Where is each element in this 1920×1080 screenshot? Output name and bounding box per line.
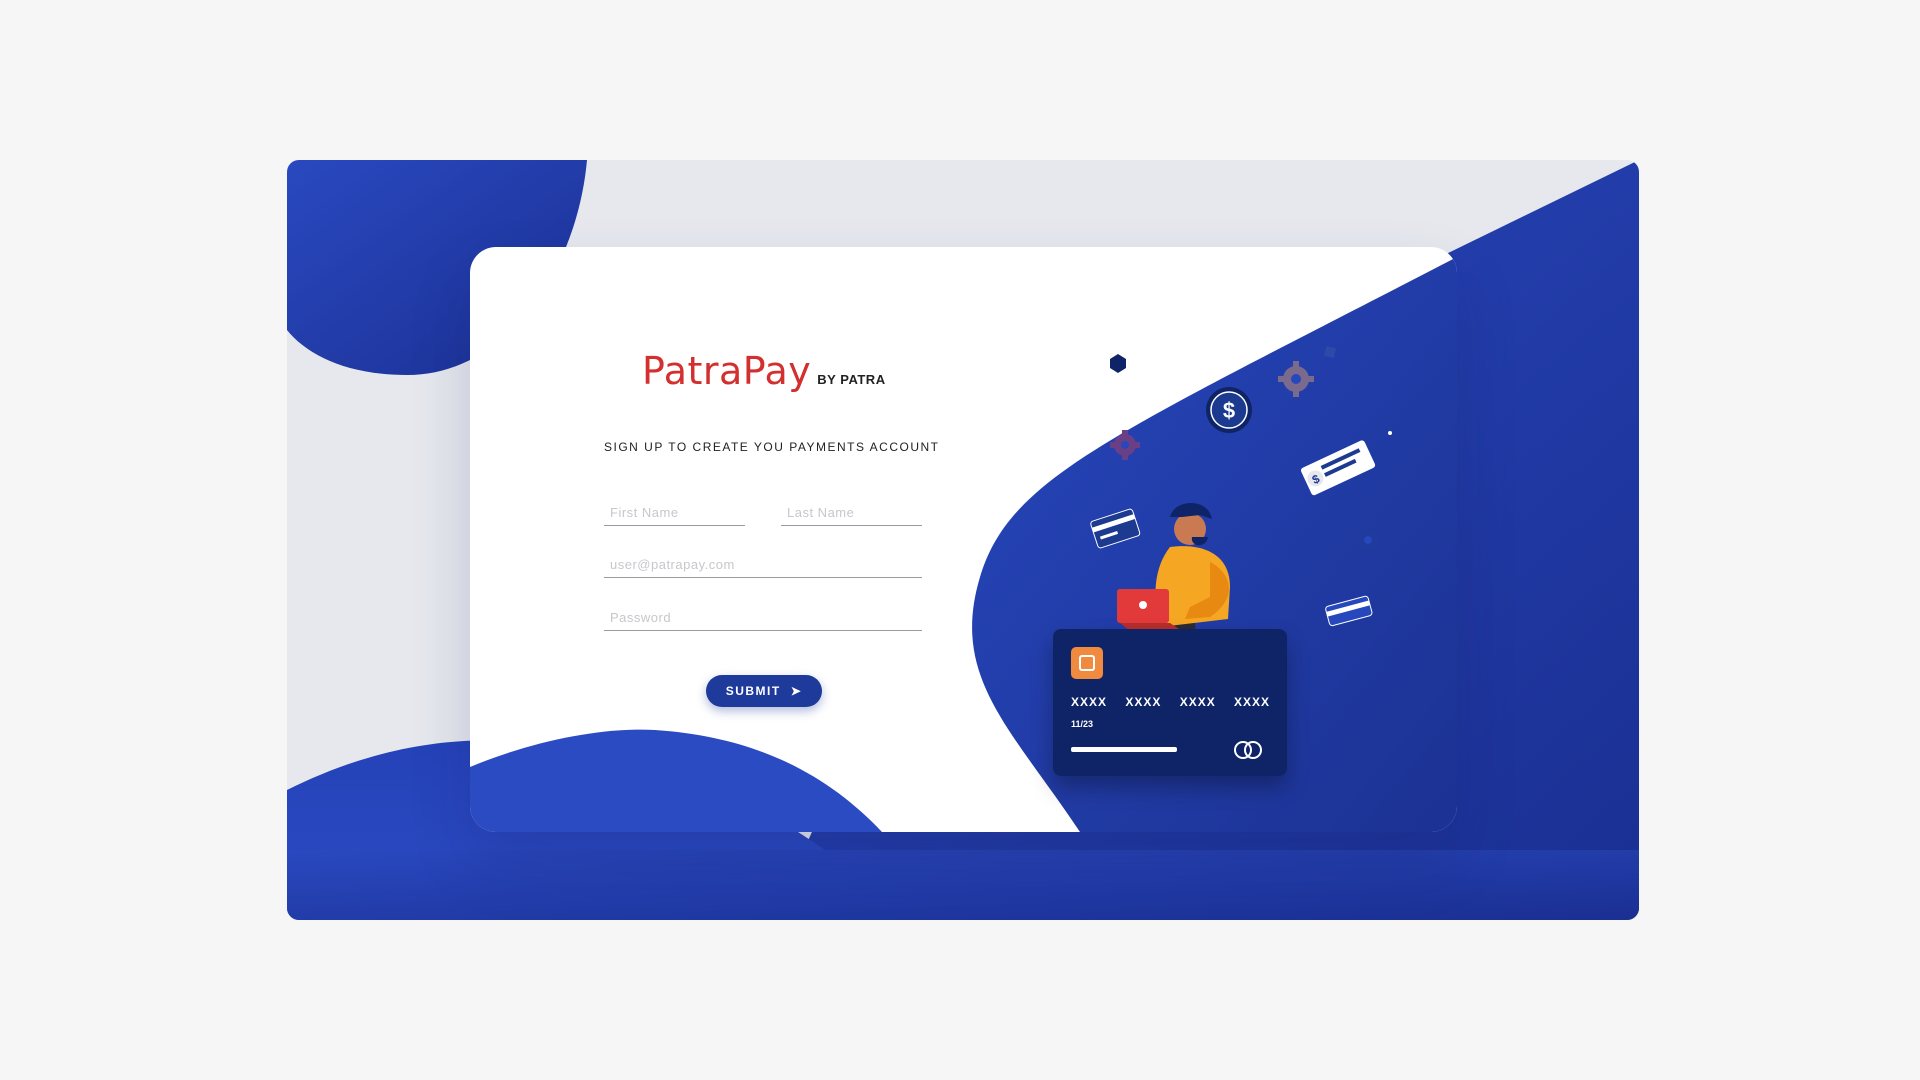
- card-expiry: 11/23: [1071, 719, 1094, 729]
- chip-icon: [1071, 647, 1103, 679]
- svg-text:$: $: [1223, 398, 1235, 423]
- gear-icon: [1110, 430, 1140, 460]
- small-square-icon: [1323, 345, 1337, 359]
- card-signature-line: [1071, 747, 1177, 752]
- gear-icon: [1357, 529, 1379, 551]
- credit-card-icon: [1325, 595, 1373, 627]
- page-background: PatraPay BY PATRA SIGN UP TO CREATE YOU P…: [0, 0, 1920, 1080]
- hexagon-icon: [1110, 354, 1126, 373]
- card-number: XXXX XXXX XXXX XXXX: [1071, 695, 1271, 709]
- big-credit-card: XXXX XXXX XXXX XXXX 11/23: [1053, 629, 1287, 776]
- credit-card-icon: [1090, 508, 1141, 549]
- cheque-icon: $: [1300, 440, 1376, 496]
- bottom-band: [287, 850, 1639, 920]
- signup-card: PatraPay BY PATRA SIGN UP TO CREATE YOU P…: [470, 247, 1457, 832]
- outer-panel: PatraPay BY PATRA SIGN UP TO CREATE YOU P…: [287, 160, 1639, 920]
- dollar-coin-icon: $: [1206, 387, 1252, 433]
- payments-illustration: $ $: [1090, 345, 1392, 697]
- gear-icon: [1278, 361, 1314, 397]
- sparkle-icon: [1388, 431, 1392, 435]
- card-network-logo-icon: [1234, 741, 1262, 759]
